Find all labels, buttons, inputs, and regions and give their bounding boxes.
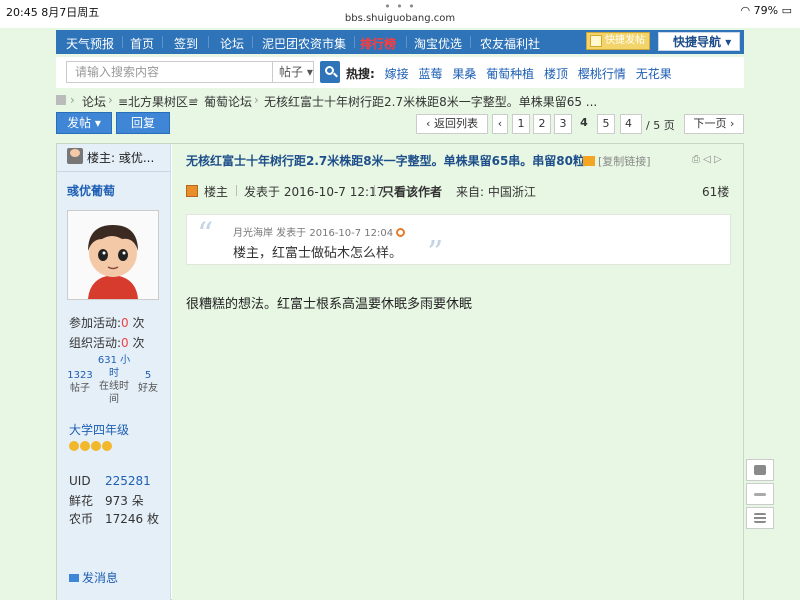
nav-market[interactable]: 泥巴团农资市集: [262, 35, 346, 52]
list-icon: [754, 513, 766, 523]
quote-header: 月光海岸 发表于 2016-10-7 12:04: [233, 224, 406, 239]
post-body: 很糟糕的想法。红富士根系高温要休眠多雨要休眠: [186, 297, 473, 312]
prev-page-button[interactable]: ‹: [492, 114, 508, 134]
hot-link[interactable]: 樱桃行情: [578, 67, 626, 81]
hot-search: 热搜: 嫁接 蓝莓 果桑 葡萄种植 楼顶 樱桃行情 无花果: [346, 67, 672, 81]
user-grade[interactable]: 大学四年级: [69, 421, 129, 438]
sun-icon: [91, 441, 101, 451]
search-row: 请输入搜索内容 帖子 ▾ 热搜: 嫁接 蓝莓 果桑 葡萄种植 楼顶 樱桃行情 无…: [56, 57, 744, 88]
page-total: / 5 页: [646, 119, 675, 132]
stat-online[interactable]: 631 小时 在线时间: [97, 354, 131, 406]
mail-icon: [69, 574, 79, 582]
coin-row: 农币 17246 枚: [69, 512, 159, 526]
home-icon[interactable]: [56, 95, 66, 105]
nav-home[interactable]: 首页: [130, 35, 154, 52]
top-float-button[interactable]: [746, 483, 774, 505]
author-tag[interactable]: 楼主: [204, 183, 228, 200]
sun-icon: [102, 441, 112, 451]
comment-float-button[interactable]: [746, 459, 774, 481]
author-sidebar: 楼主: 彧优... 彧优葡萄 参加活动:0 次 组织活动:0 次 1323 帖子 …: [57, 144, 171, 600]
address-url[interactable]: bbs.shuiguobang.com: [0, 13, 800, 24]
back-to-list-button[interactable]: ‹ 返回列表: [416, 114, 488, 134]
copy-link[interactable]: [复制链接]: [583, 153, 651, 169]
battery-indicator: ◠ 79% ▭: [740, 4, 792, 17]
search-input[interactable]: 请输入搜索内容: [66, 61, 272, 83]
hot-link[interactable]: 蓝莓: [418, 67, 442, 81]
thread-title: 无核红富士十年树行距2.7米株距8米一字整型。单株果留65串。串留80粒: [186, 154, 586, 168]
quote-block: “ 月光海岸 发表于 2016-10-7 12:04 楼主，红富士做砧木怎么样。…: [186, 214, 731, 271]
edit-icon: [590, 35, 602, 47]
hot-link[interactable]: 楼顶: [544, 67, 568, 81]
quick-nav-dropdown[interactable]: 快捷导航 ▾: [658, 32, 740, 51]
status-bar: 20:45 8月7日周五 • • • bbs.shuiguobang.com ◠…: [0, 0, 800, 28]
crumb-forum[interactable]: 论坛: [82, 93, 106, 110]
author-icon: [186, 185, 198, 197]
fire-icon: [583, 156, 595, 166]
post-time: 发表于 2016-10-7 12:17: [244, 185, 385, 199]
flower-row: 鲜花 973 朵: [69, 494, 144, 508]
uid-row: UID 225281: [69, 474, 151, 488]
search-button[interactable]: [320, 61, 340, 83]
page-4-current: 4: [580, 116, 588, 129]
quote-close-icon: ”: [427, 233, 444, 271]
hot-link[interactable]: 葡萄种植: [486, 67, 534, 81]
next-page-button[interactable]: 下一页 ›: [684, 114, 744, 134]
breadcrumb: › 论坛 › ≡北方果树区≡ › 葡萄论坛 › 无核红富士十年树行距2.7米株距…: [56, 92, 744, 110]
nav-welfare[interactable]: 农友福利社: [480, 35, 540, 52]
page-3[interactable]: 3: [554, 114, 572, 134]
sun-icon: [69, 441, 79, 451]
send-message-link[interactable]: 发消息: [69, 569, 118, 586]
activity-organize: 组织活动:0 次: [69, 336, 145, 350]
hot-link[interactable]: 果桑: [452, 67, 476, 81]
nav-forum[interactable]: 论坛: [220, 35, 244, 52]
tab-dots: • • •: [384, 0, 416, 13]
nav-weather[interactable]: 天气预报: [66, 35, 114, 52]
nav-ranking[interactable]: 排行榜: [360, 35, 396, 52]
hot-link[interactable]: 无花果: [636, 67, 672, 81]
crumb-thread[interactable]: 无核红富士十年树行距2.7米株距8米一字整型。单株果留65 ...: [264, 93, 597, 110]
stat-friends[interactable]: 5 好友: [133, 369, 163, 395]
reply-button[interactable]: 回复: [116, 112, 170, 134]
sun-icon: [80, 441, 90, 451]
stat-posts[interactable]: 1323 帖子: [65, 369, 95, 395]
post-container: 楼主: 彧优... 彧优葡萄 参加活动:0 次 组织活动:0 次 1323 帖子 …: [56, 143, 744, 600]
page-jump-input[interactable]: 4: [620, 114, 642, 134]
post-content: 无核红富士十年树行距2.7米株距8米一字整型。单株果留65串。串留80粒 [复制…: [172, 144, 743, 600]
author-name[interactable]: 彧优葡萄: [67, 182, 115, 199]
post-from: 来自: 中国浙江: [456, 185, 536, 199]
only-author-link[interactable]: 只看该作者: [382, 183, 442, 200]
crumb-grape[interactable]: 葡萄论坛: [204, 93, 252, 110]
floor-number[interactable]: 61楼: [702, 183, 729, 200]
page-2[interactable]: 2: [533, 114, 551, 134]
post-button[interactable]: 发帖 ▾: [56, 112, 112, 134]
list-float-button[interactable]: [746, 507, 774, 529]
thread-tools[interactable]: ⎙ ◁ ▷: [692, 154, 722, 165]
hot-link[interactable]: 嫁接: [385, 67, 409, 81]
quick-post-button[interactable]: 快捷发帖: [586, 32, 650, 50]
activity-join: 参加活动:0 次: [69, 316, 145, 330]
floating-tools: [746, 459, 776, 529]
nav-checkin[interactable]: 签到: [174, 35, 198, 52]
page-1[interactable]: 1: [512, 114, 530, 134]
page-5[interactable]: 5: [597, 114, 615, 134]
grade-suns: [69, 440, 113, 454]
avatar[interactable]: [67, 210, 159, 300]
arrow-up-icon: [754, 493, 766, 496]
nav-taobao[interactable]: 淘宝优选: [414, 35, 462, 52]
search-type-select[interactable]: 帖子 ▾: [272, 61, 314, 83]
quote-open-icon: “: [197, 215, 214, 253]
reply-icon[interactable]: [396, 228, 406, 237]
author-header: 楼主: 彧优...: [57, 144, 171, 172]
post-meta: 楼主 发表于 2016-10-7 12:17 只看该作者 来自: 中国浙江 61…: [186, 182, 731, 200]
quote-text: 楼主，红富士做砧木怎么样。: [233, 246, 403, 261]
crumb-north[interactable]: ≡北方果树区≡: [118, 93, 198, 110]
comment-icon: [754, 465, 766, 475]
